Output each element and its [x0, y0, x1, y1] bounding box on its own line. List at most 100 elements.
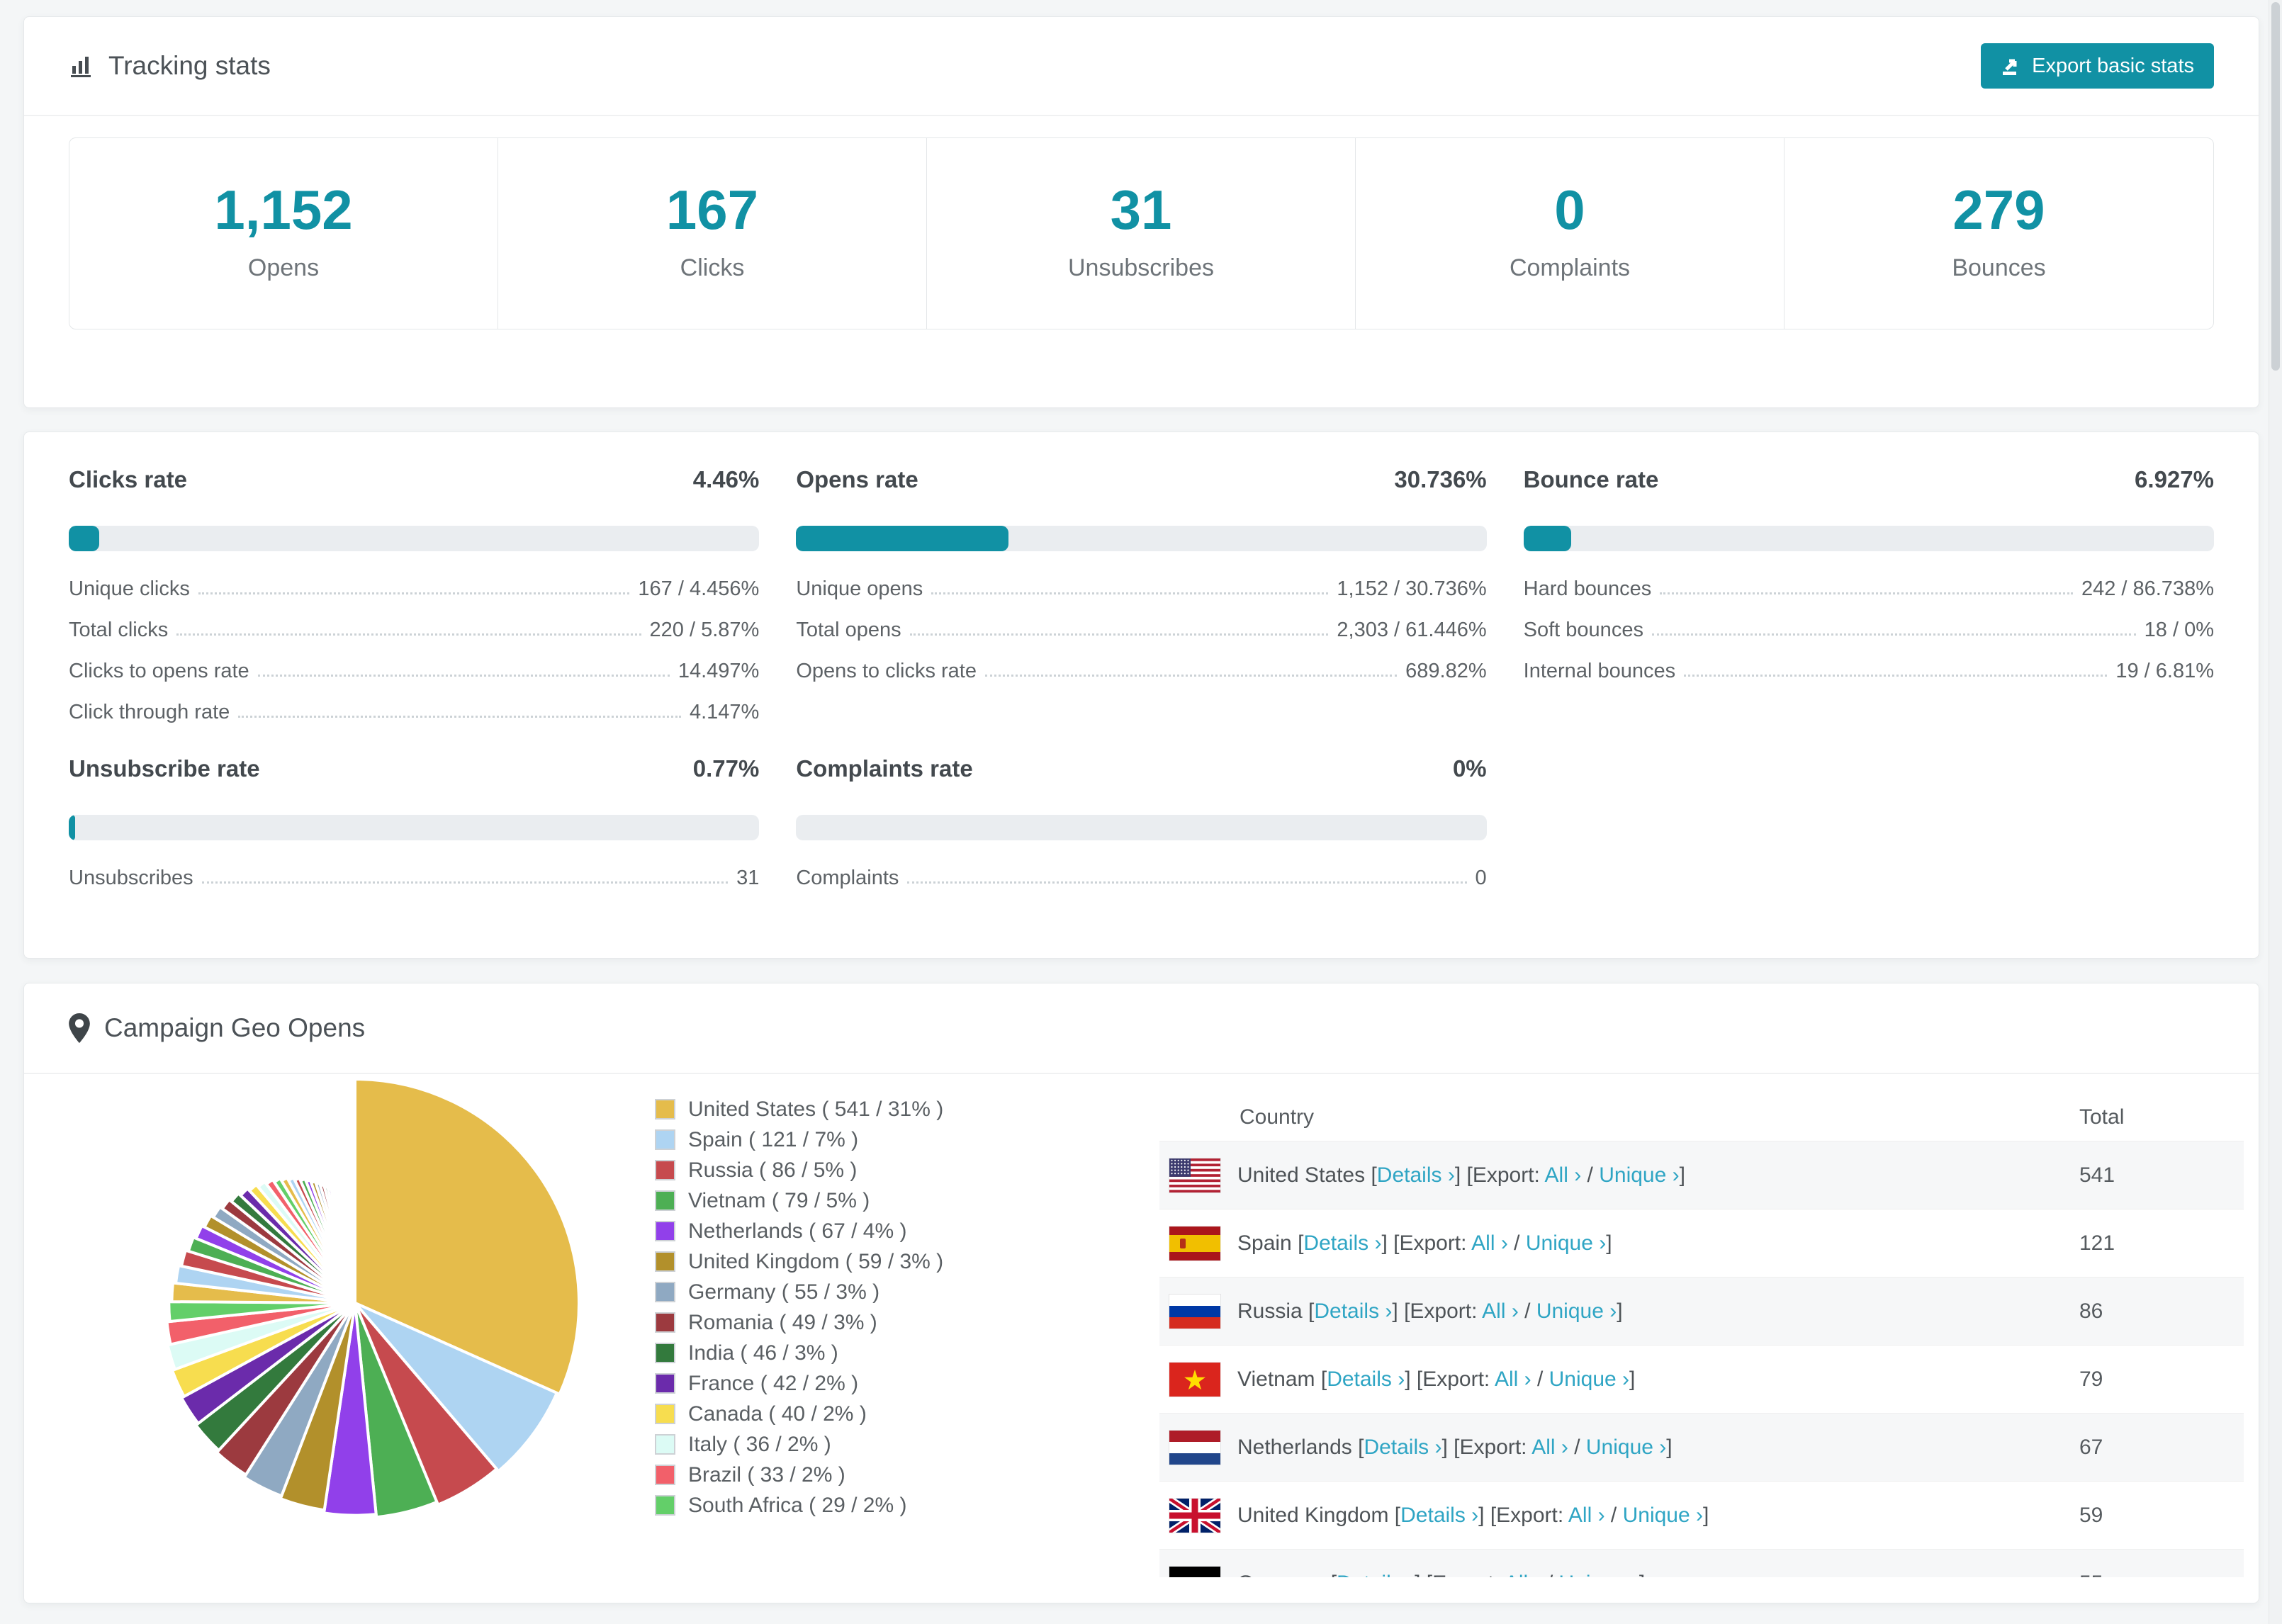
- rate-title: Unsubscribe rate: [69, 755, 260, 782]
- export-label: ] [Export:: [1415, 1572, 1505, 1578]
- pie-legend-item[interactable]: Russia ( 86 / 5% ): [655, 1158, 1151, 1182]
- geo-pie-wrap: [121, 1074, 589, 1537]
- geo-body: United States ( 541 / 31% ) Spain ( 121 …: [24, 1074, 2259, 1577]
- rate-value: 0%: [1452, 755, 1487, 782]
- details-link[interactable]: Details ›: [1327, 1368, 1405, 1391]
- rate-metric-label: Unique clicks: [69, 577, 190, 600]
- export-unique-link[interactable]: Unique ›: [1623, 1504, 1703, 1527]
- rate-metric-value: 242 / 86.738%: [2081, 577, 2214, 600]
- legend-label: Germany ( 55 / 3% ): [688, 1280, 880, 1304]
- rate-title: Opens rate: [796, 466, 918, 492]
- pie-legend-item[interactable]: Italy ( 36 / 2% ): [655, 1432, 1151, 1456]
- export-all-link[interactable]: All ›: [1471, 1231, 1508, 1255]
- pie-legend-item[interactable]: Brazil ( 33 / 2% ): [655, 1463, 1151, 1487]
- country-cell: Spain [Details ›] [Export: All › / Uniqu…: [1237, 1231, 1612, 1256]
- geo-table-rows: United States [Details ›] [Export: All ›…: [1159, 1141, 2244, 1577]
- bracket-close: ]: [1617, 1299, 1623, 1323]
- export-all-link[interactable]: All ›: [1495, 1368, 1531, 1391]
- export-label: ] [Export:: [1381, 1231, 1472, 1255]
- rate-metric-value: 4.147%: [689, 701, 760, 723]
- pie-legend-item[interactable]: Germany ( 55 / 3% ): [655, 1280, 1151, 1304]
- rate-metric-row: Total opens 2,303 / 61.446%: [796, 601, 1486, 642]
- rate-block: Clicks rate 4.46% Unique clicks 167 / 4.…: [69, 466, 760, 724]
- dotted-leader: [176, 633, 641, 636]
- export-unique-link[interactable]: Unique ›: [1526, 1231, 1606, 1255]
- rate-value: 0.77%: [692, 755, 760, 782]
- rate-metric-label: Complaints: [796, 867, 899, 889]
- summary-stat-value: 1,152: [214, 179, 353, 241]
- ru-flag-icon: [1169, 1294, 1220, 1329]
- legend-label: Spain ( 121 / 7% ): [688, 1127, 859, 1151]
- dotted-leader: [257, 675, 670, 677]
- country-name: Germany [: [1237, 1572, 1337, 1578]
- details-link[interactable]: Details ›: [1314, 1299, 1392, 1323]
- bar-chart-icon: [69, 53, 94, 79]
- rate-progress-track: [69, 526, 760, 551]
- total-cell: 59: [2079, 1503, 2103, 1527]
- rate-metric-value: 19 / 6.81%: [2115, 660, 2214, 682]
- geo-opens-title: Campaign Geo Opens: [69, 1013, 365, 1043]
- legend-label: India ( 46 / 3% ): [688, 1341, 838, 1365]
- rate-progress-track: [796, 815, 1487, 840]
- rate-progress-fill: [69, 815, 75, 840]
- export-all-link[interactable]: All ›: [1568, 1504, 1605, 1527]
- export-unique-link[interactable]: Unique ›: [1586, 1436, 1666, 1459]
- rate-metric-row: Hard bounces 242 / 86.738%: [1524, 560, 2214, 601]
- legend-label: Romania ( 49 / 3% ): [688, 1310, 877, 1334]
- pie-legend-item[interactable]: France ( 42 / 2% ): [655, 1372, 1151, 1395]
- summary-stat-label: Clicks: [680, 254, 745, 281]
- export-all-link[interactable]: All ›: [1482, 1299, 1519, 1323]
- country-name: Spain [: [1237, 1231, 1304, 1255]
- scrollbar-thumb[interactable]: [2271, 2, 2280, 371]
- geo-opens-header: Campaign Geo Opens: [24, 983, 2259, 1074]
- de-flag-icon: [1169, 1566, 1220, 1577]
- pie-legend-item[interactable]: United Kingdom ( 59 / 3% ): [655, 1250, 1151, 1273]
- dashboard-page: Tracking stats Export basic stats 1,152 …: [23, 16, 2259, 1603]
- pie-legend-item[interactable]: United States ( 541 / 31% ): [655, 1098, 1151, 1121]
- country-name: United States [: [1237, 1163, 1377, 1187]
- pie-legend-item[interactable]: Spain ( 121 / 7% ): [655, 1127, 1151, 1151]
- details-link[interactable]: Details ›: [1364, 1436, 1441, 1459]
- rate-metric-row: Complaints 0: [796, 849, 1486, 890]
- pie-legend-item[interactable]: Romania ( 49 / 3% ): [655, 1310, 1151, 1334]
- legend-color-swatch: [655, 1343, 675, 1363]
- summary-stat-value: 167: [665, 179, 759, 241]
- geo-pie-chart[interactable]: [121, 1074, 589, 1537]
- pie-legend-item[interactable]: Vietnam ( 79 / 5% ): [655, 1189, 1151, 1212]
- geo-opens-card: Campaign Geo Opens United States ( 541 /…: [23, 983, 2259, 1603]
- page-scrollbar[interactable]: [2269, 0, 2282, 1624]
- geo-table-row: Russia [Details ›] [Export: All › / Uniq…: [1159, 1277, 2244, 1345]
- details-link[interactable]: Details ›: [1377, 1163, 1455, 1187]
- pie-legend-item[interactable]: India ( 46 / 3% ): [655, 1341, 1151, 1365]
- rate-block: Complaints rate 0% Complaints 0: [796, 755, 1487, 890]
- pie-legend-item[interactable]: Netherlands ( 67 / 4% ): [655, 1219, 1151, 1243]
- rate-value: 4.46%: [692, 466, 760, 492]
- rate-metric-row: Opens to clicks rate 689.82%: [796, 642, 1486, 683]
- export-all-link[interactable]: All ›: [1531, 1436, 1568, 1459]
- details-link[interactable]: Details ›: [1337, 1572, 1415, 1578]
- export-unique-link[interactable]: Unique ›: [1536, 1299, 1617, 1323]
- export-basic-stats-button[interactable]: Export basic stats: [1981, 43, 2214, 89]
- pie-legend-item[interactable]: Canada ( 40 / 2% ): [655, 1402, 1151, 1426]
- details-link[interactable]: Details ›: [1303, 1231, 1381, 1255]
- export-all-link[interactable]: All ›: [1545, 1163, 1582, 1187]
- country-cell: United States [Details ›] [Export: All ›…: [1237, 1163, 1685, 1188]
- dotted-leader: [198, 592, 630, 594]
- map-pin-icon: [69, 1013, 90, 1043]
- total-cell: 541: [2079, 1163, 2115, 1187]
- country-name: Russia [: [1237, 1299, 1315, 1323]
- export-unique-link[interactable]: Unique ›: [1549, 1368, 1629, 1391]
- export-unique-link[interactable]: Unique ›: [1599, 1163, 1679, 1187]
- total-cell: 67: [2079, 1435, 2103, 1459]
- rate-metric-value: 689.82%: [1405, 660, 1487, 682]
- rate-metric-label: Total clicks: [69, 619, 169, 641]
- export-all-link[interactable]: All ›: [1505, 1572, 1541, 1578]
- details-link[interactable]: Details ›: [1400, 1504, 1478, 1527]
- export-unique-link[interactable]: Unique ›: [1559, 1572, 1639, 1578]
- legend-label: Italy ( 36 / 2% ): [688, 1432, 831, 1456]
- bracket-close: ]: [1639, 1572, 1645, 1578]
- rate-metric-value: 0: [1475, 867, 1487, 889]
- rate-metric-row: Soft bounces 18 / 0%: [1524, 601, 2214, 642]
- pie-legend-item[interactable]: South Africa ( 29 / 2% ): [655, 1494, 1151, 1517]
- bracket-close: ]: [1629, 1367, 1636, 1391]
